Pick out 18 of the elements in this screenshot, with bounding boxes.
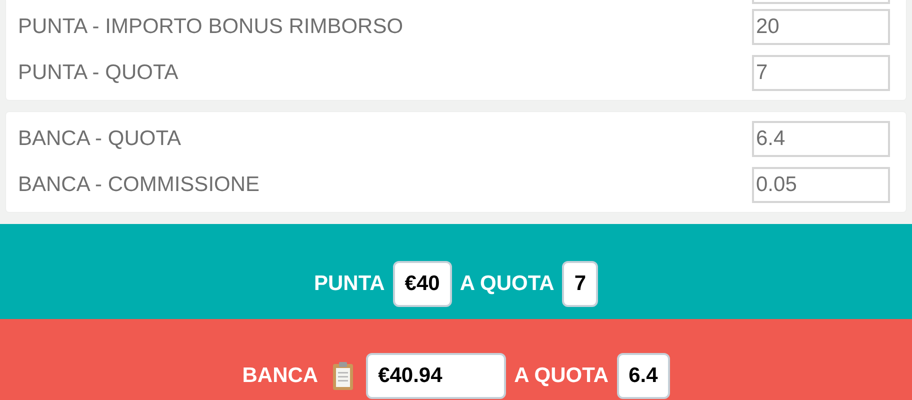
- amount-field[interactable]: €40.94: [366, 353, 506, 399]
- input-field[interactable]: 7: [752, 55, 890, 91]
- input-field[interactable]: 6.4: [752, 121, 890, 157]
- result-label: A QUOTA: [460, 272, 554, 296]
- field-label: BANCA - QUOTA: [18, 127, 181, 151]
- odds-field: 7: [562, 261, 598, 307]
- input-field[interactable]: 20: [752, 9, 890, 45]
- field-label: BANCA - COMMISSIONE: [18, 173, 260, 197]
- field-label: PUNTA - IMPORTO BONUS RIMBORSO: [18, 15, 404, 39]
- result-label: BANCA: [242, 364, 318, 388]
- result-label: PUNTA: [314, 272, 385, 296]
- input-field[interactable]: 0.05: [752, 167, 890, 203]
- odds-field: 6.4: [616, 353, 670, 399]
- field-label: PUNTA - QUOTA: [18, 61, 178, 85]
- input-field[interactable]: [752, 0, 890, 4]
- clipboard-icon[interactable]: [332, 361, 354, 391]
- result-label: A QUOTA: [514, 364, 609, 388]
- amount-field: €40: [392, 261, 452, 307]
